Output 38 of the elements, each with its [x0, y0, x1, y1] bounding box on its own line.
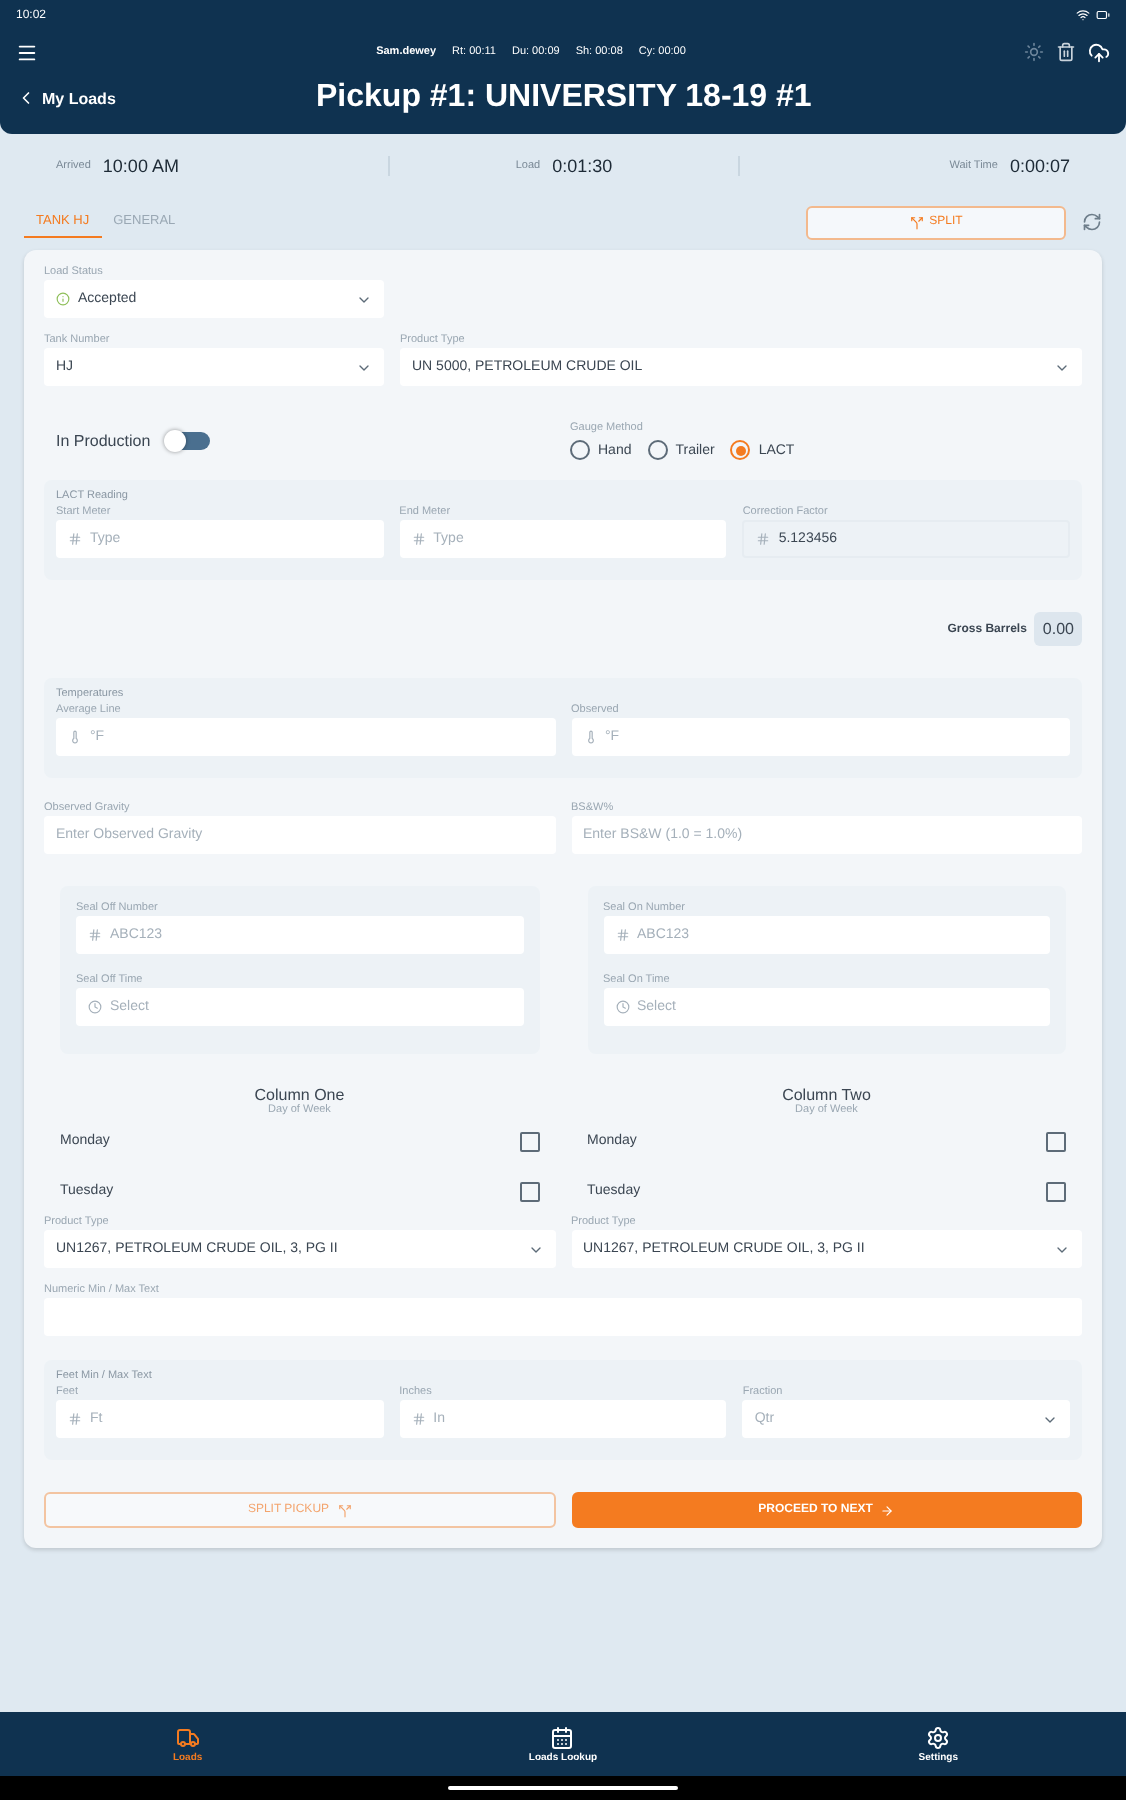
hash-icon [615, 928, 629, 942]
hash-icon [68, 1412, 82, 1426]
time-value: 10:00 AM [102, 156, 179, 176]
clock-icon [615, 1000, 629, 1014]
truck-icon [175, 1725, 200, 1749]
gross-barrels-value: 0.00 [1034, 612, 1082, 646]
clock-icon [88, 1000, 102, 1014]
hash-icon [88, 928, 102, 942]
column-title: Column Two [782, 1086, 871, 1104]
battery-icon [1096, 8, 1110, 22]
back-link[interactable]: My Loads [16, 88, 316, 108]
split-icon [909, 215, 924, 229]
thermometer-icon [68, 730, 82, 744]
arrow-right-icon [880, 1503, 895, 1517]
page-title: Pickup #1: UNIVERSITY 18-19 #1 [316, 80, 812, 116]
sun-icon[interactable] [1024, 41, 1044, 61]
hash-icon [411, 532, 426, 546]
info-icon [56, 292, 70, 306]
trash-icon[interactable] [1056, 41, 1076, 61]
toggle-label: In Production [56, 432, 151, 450]
time-value: 0:00:07 [1009, 156, 1070, 176]
split-icon [337, 1503, 352, 1517]
checkbox[interactable] [519, 1181, 539, 1201]
column-title: Column One [254, 1086, 345, 1104]
wifi-icon [1076, 8, 1090, 22]
menu-icon[interactable] [16, 41, 38, 63]
checkbox[interactable] [519, 1131, 539, 1151]
cloud-upload-icon[interactable] [1088, 41, 1110, 63]
thermometer-icon [583, 730, 597, 744]
hash-icon [68, 532, 82, 546]
settings-icon [926, 1725, 951, 1749]
hash-icon [411, 1412, 426, 1426]
hash-icon [756, 532, 771, 546]
checkbox[interactable] [1046, 1131, 1066, 1151]
calendar-icon [550, 1725, 575, 1749]
toggle-switch[interactable] [166, 432, 211, 450]
checkbox[interactable] [1046, 1181, 1066, 1201]
time-value: 0:01:30 [552, 156, 613, 176]
